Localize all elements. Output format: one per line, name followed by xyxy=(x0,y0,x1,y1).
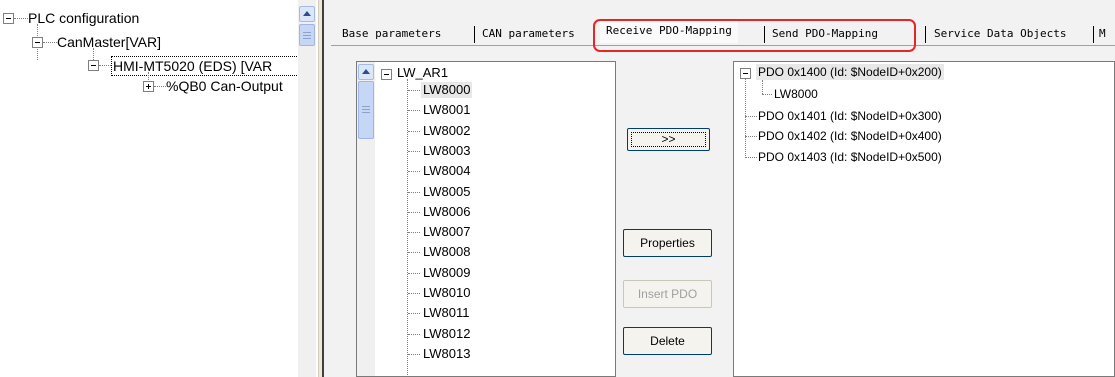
tree-connector xyxy=(745,136,757,137)
list-item[interactable]: LW8009 xyxy=(421,265,472,281)
tree-connector xyxy=(37,47,38,60)
configuration-tree[interactable]: PLC configuration CanMaster[VAR] HMI-MT5… xyxy=(0,0,318,377)
pdo-item[interactable]: PDO 0x1400 (Id: $NodeID+0x200) xyxy=(756,64,944,80)
tree-connector xyxy=(745,116,757,117)
tree-connector xyxy=(745,157,757,158)
list-item[interactable]: LW8002 xyxy=(421,123,472,139)
list-item[interactable]: LW8004 xyxy=(421,163,472,179)
list-item[interactable]: LW8008 xyxy=(421,244,472,260)
collapse-icon[interactable] xyxy=(3,13,14,24)
tree-node-hmi-mt5020[interactable]: HMI-MT5020 (EDS) [VAR xyxy=(111,56,311,76)
scroll-thumb[interactable] xyxy=(299,24,315,46)
properties-button[interactable]: Properties xyxy=(623,229,712,257)
list-item[interactable]: LW8001 xyxy=(421,102,472,118)
list-item[interactable]: LW8010 xyxy=(421,285,472,301)
tree-connector xyxy=(43,42,57,43)
list-item[interactable]: LW8007 xyxy=(421,224,472,240)
tree-connector xyxy=(37,24,38,38)
tab-divider xyxy=(474,26,475,43)
tree-connector xyxy=(762,94,772,95)
collapse-icon[interactable] xyxy=(381,69,392,80)
expand-icon[interactable] xyxy=(143,81,154,92)
tree-connector xyxy=(408,252,420,254)
scroll-up-button[interactable] xyxy=(299,6,315,22)
tree-connector xyxy=(745,78,746,158)
annotation-highlight xyxy=(593,19,916,52)
tree-connector xyxy=(408,353,420,355)
tree-connector xyxy=(14,18,28,19)
tab-service-data-objects[interactable]: Service Data Objects xyxy=(928,24,1073,44)
scroll-up-button[interactable] xyxy=(358,64,374,80)
list-item[interactable]: LW8005 xyxy=(421,184,472,200)
tree-connector xyxy=(408,272,420,274)
tree-connector xyxy=(93,48,94,60)
objects-scrollbar[interactable] xyxy=(357,62,375,376)
delete-button[interactable]: Delete xyxy=(623,327,712,355)
tab-divider xyxy=(1093,26,1094,43)
pdo-mapping-list[interactable]: PDO 0x1400 (Id: $NodeID+0x200) LW8000 PD… xyxy=(733,61,1115,377)
pdo-item[interactable]: PDO 0x1401 (Id: $NodeID+0x300) xyxy=(758,108,942,124)
list-item[interactable]: LW8012 xyxy=(421,326,472,342)
add-mapping-button[interactable]: >> xyxy=(627,128,710,151)
collapse-icon[interactable] xyxy=(88,60,99,71)
chevron-up-icon xyxy=(362,69,370,74)
tree-scrollbar[interactable] xyxy=(298,0,316,377)
tree-connector xyxy=(407,79,408,376)
tree-connector xyxy=(408,130,420,132)
chevron-up-icon xyxy=(303,11,311,16)
tree-node-plc-configuration[interactable]: PLC configuration xyxy=(28,9,139,27)
pdo-child-item[interactable]: LW8000 xyxy=(774,86,818,102)
pdo-item[interactable]: PDO 0x1403 (Id: $NodeID+0x500) xyxy=(758,149,942,165)
tab-overflow[interactable]: M xyxy=(1095,24,1110,44)
list-item[interactable]: LW8013 xyxy=(421,346,472,362)
list-root-lw-ar1[interactable]: LW_AR1 xyxy=(397,65,448,81)
tree-connector xyxy=(408,333,420,335)
tab-base-parameters[interactable]: Base parameters xyxy=(336,24,448,44)
tree-connector xyxy=(408,293,420,294)
tree-node-canmaster[interactable]: CanMaster[VAR] xyxy=(57,33,161,51)
tab-divider xyxy=(925,26,926,43)
list-item[interactable]: LW8006 xyxy=(421,204,472,220)
list-item[interactable]: LW8003 xyxy=(421,143,472,159)
tab-can-parameters[interactable]: CAN parameters xyxy=(476,24,594,44)
list-item[interactable]: LW8000 xyxy=(421,82,473,98)
scroll-thumb[interactable] xyxy=(358,81,374,139)
tree-connector xyxy=(99,65,111,66)
pdo-item[interactable]: PDO 0x1402 (Id: $NodeID+0x400) xyxy=(758,128,942,144)
list-item[interactable]: LW8011 xyxy=(421,305,472,321)
tree-connector xyxy=(154,86,166,87)
tree-connector xyxy=(408,110,420,112)
tree-connector xyxy=(408,232,420,234)
tree-connector xyxy=(408,150,420,152)
focus-rect xyxy=(631,132,706,147)
tree-connector xyxy=(408,171,420,173)
insert-pdo-button[interactable]: Insert PDO xyxy=(623,280,712,308)
tree-connector xyxy=(408,90,420,91)
tree-connector xyxy=(762,80,763,94)
tree-connector xyxy=(408,211,420,213)
objects-list[interactable]: LW_AR1 LW8000 LW8001 LW8002 LW8003 LW8004 LW8… xyxy=(356,61,616,377)
tree-node-can-output[interactable]: %QB0 Can-Output xyxy=(166,77,283,95)
tree-connector xyxy=(408,313,420,315)
tree-connector xyxy=(408,191,420,193)
